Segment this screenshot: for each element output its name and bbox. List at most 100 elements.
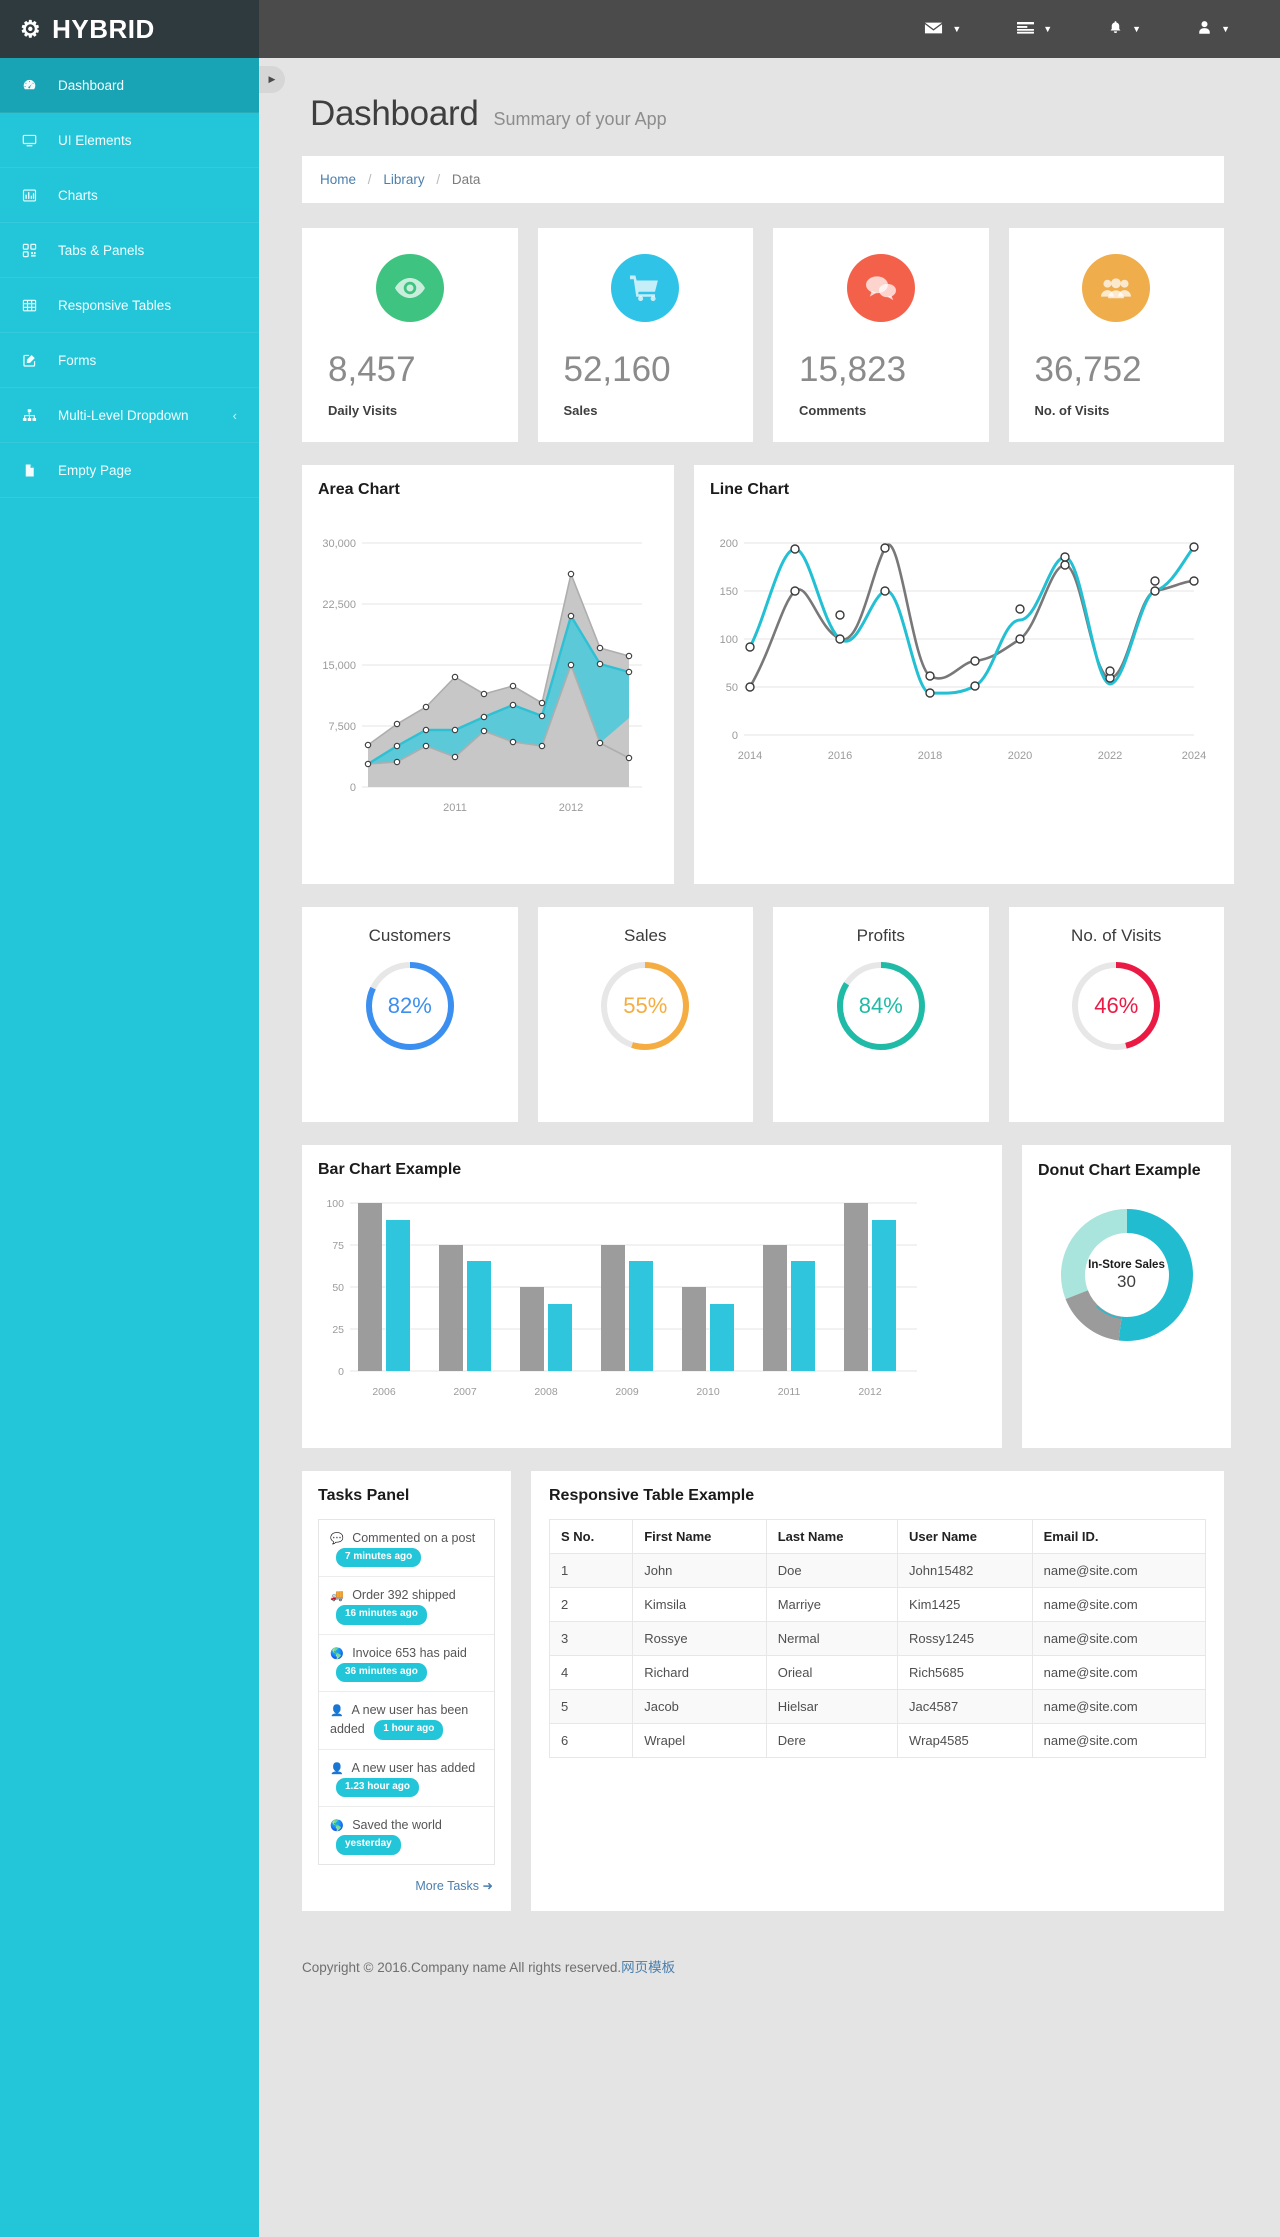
- brand-name: HYBRID: [52, 13, 155, 44]
- task-text: Invoice 653 has paid: [352, 1645, 467, 1660]
- breadcrumb-home[interactable]: Home: [320, 172, 356, 187]
- svg-text:2008: 2008: [534, 1386, 558, 1398]
- area-chart-plot: 30,000 22,500 15,000 7,500 0 2011 2012: [322, 538, 642, 814]
- task-item[interactable]: 👤 A new user has been added 1 hour ago: [319, 1692, 494, 1750]
- task-item[interactable]: 🌎 Saved the world yesterday: [319, 1807, 494, 1863]
- gauge-value: 84%: [858, 993, 903, 1018]
- task-item[interactable]: 🚚 Order 392 shipped 16 minutes ago: [319, 1577, 494, 1635]
- page-title: Dashboard: [310, 94, 479, 133]
- sidebar-collapse-toggle[interactable]: ▶: [259, 66, 285, 93]
- tasks-table-row: Tasks Panel 💬 Commented on a post 7 minu…: [302, 1471, 1224, 1911]
- stat-card-no-of-visits[interactable]: 36,752 No. of Visits: [1008, 228, 1224, 442]
- topbar-tasks[interactable]: ▼: [989, 0, 1080, 58]
- cell-sno: 3: [548, 1621, 634, 1656]
- area-chart-card: Area Chart 30,000 22,500 15,000 7,500 0 …: [302, 465, 674, 884]
- sidebar-item-ui-elements[interactable]: UI Elements: [0, 113, 259, 168]
- cell-last: Doe: [765, 1553, 899, 1588]
- sidebar-item-empty-page[interactable]: Empty Page: [0, 443, 259, 498]
- svg-text:25: 25: [332, 1324, 344, 1336]
- topbar-account[interactable]: ▼: [1169, 0, 1258, 58]
- sidebar-item-multi-level-dropdown[interactable]: Multi-Level Dropdown ‹: [0, 388, 259, 443]
- cell-email: name@site.com: [1031, 1689, 1207, 1724]
- more-tasks-label: More Tasks: [415, 1878, 480, 1893]
- sidebar-item-tabs-panels[interactable]: Tabs & Panels: [0, 223, 259, 278]
- stat-value: 8,457: [328, 350, 416, 389]
- sidebar-item-dashboard[interactable]: Dashboard: [0, 58, 259, 113]
- brand-logo[interactable]: ⚙ HYBRID: [0, 0, 259, 58]
- chevron-down-icon: ▼: [1043, 24, 1053, 34]
- stat-card-comments[interactable]: 15,823 Comments: [773, 228, 989, 442]
- gauge-card-no-of-visits[interactable]: No. of Visits 46%: [1008, 907, 1224, 1122]
- envelope-icon: [924, 21, 943, 38]
- topbar-notifications[interactable]: ▼: [1080, 0, 1169, 58]
- task-item[interactable]: 👤 A new user has added 1.23 hour ago: [319, 1750, 494, 1808]
- sidebar-item-forms[interactable]: Forms: [0, 333, 259, 388]
- cell-first: Wrapel: [632, 1723, 767, 1758]
- sidebar-item-charts[interactable]: Charts: [0, 168, 259, 223]
- cell-first: Rossye: [632, 1621, 767, 1656]
- gauge-card-profits[interactable]: Profits 84%: [773, 907, 989, 1122]
- sidebar-item-label: Charts: [58, 187, 98, 203]
- table-row[interactable]: 2 Kimsila Marriye Kim1425 name@site.com: [548, 1587, 1207, 1622]
- task-item[interactable]: 🌎 Invoice 653 has paid 36 minutes ago: [319, 1635, 494, 1693]
- gauge-value: 55%: [623, 993, 668, 1018]
- comments-icon: [846, 254, 915, 322]
- svg-text:2010: 2010: [696, 1386, 720, 1398]
- task-text: A new user has added: [351, 1760, 476, 1775]
- stat-card-daily-visits[interactable]: 8,457 Daily Visits: [302, 228, 518, 442]
- sidebar: ⚙ HYBRID Dashboard UI Elements Charts Ta…: [0, 0, 259, 2237]
- gauge-title: Sales: [623, 926, 667, 945]
- column-header-email: Email ID.: [1031, 1519, 1207, 1554]
- eye-icon: [375, 254, 444, 322]
- svg-text:200: 200: [720, 538, 738, 550]
- table-header-row: S No. First Name Last Name User Name Ema…: [548, 1519, 1207, 1554]
- topbar-messages[interactable]: ▼: [896, 0, 989, 58]
- sidebar-item-responsive-tables[interactable]: Responsive Tables: [0, 278, 259, 333]
- user-icon: 👤: [330, 1762, 344, 1775]
- sidebar-item-label: Dashboard: [58, 77, 125, 93]
- gauge-title: Customers: [368, 926, 451, 945]
- stat-label: Daily Visits: [328, 403, 398, 418]
- more-tasks-link[interactable]: More Tasks ➜: [415, 1879, 493, 1893]
- donut-center-label: In-Store Sales 30: [1055, 1203, 1199, 1347]
- cell-last: Marriye: [765, 1587, 899, 1622]
- gauge-card-customers[interactable]: Customers 82%: [302, 907, 518, 1122]
- svg-text:2014: 2014: [738, 750, 762, 762]
- breadcrumb: Home / Library / Data: [302, 156, 1224, 203]
- stat-card-sales[interactable]: 52,160 Sales: [537, 228, 753, 442]
- table-row[interactable]: 4 Richard Orieal Rich5685 name@site.com: [548, 1655, 1207, 1690]
- breadcrumb-library[interactable]: Library: [383, 172, 424, 187]
- task-item[interactable]: 💬 Commented on a post 7 minutes ago: [319, 1520, 494, 1578]
- task-time-badge: 1 hour ago: [374, 1720, 444, 1740]
- cell-last: Orieal: [765, 1655, 899, 1690]
- tasks-list: 💬 Commented on a post 7 minutes ago 🚚 Or…: [318, 1519, 495, 1865]
- file-icon: [22, 463, 42, 478]
- table-row[interactable]: 3 Rossye Nermal Rossy1245 name@site.com: [548, 1621, 1207, 1656]
- sidebar-item-label: Multi-Level Dropdown: [58, 407, 189, 423]
- svg-text:50: 50: [726, 682, 738, 694]
- line-chart-title: Line Chart: [710, 481, 790, 498]
- table-row[interactable]: 5 Jacob Hielsar Jac4587 name@site.com: [548, 1689, 1207, 1724]
- sidebar-item-label: UI Elements: [58, 132, 132, 148]
- cell-sno: 4: [548, 1655, 634, 1690]
- line-chart-plot: 200 100 50 150 0 2014 2016 2018 2020 202…: [720, 538, 1207, 762]
- column-header-user: User Name: [897, 1519, 1033, 1554]
- main-area: ▼ ▼ ▼ ▼ ▶ Dashboard Summary of your App …: [259, 0, 1280, 2237]
- chevron-down-icon: ▼: [1221, 24, 1230, 34]
- bar-chart-icon: [22, 188, 42, 203]
- sidebar-item-label: Tabs & Panels: [58, 242, 145, 258]
- gauge-card-sales[interactable]: Sales 55%: [537, 907, 753, 1122]
- chevron-down-icon: ▼: [1132, 24, 1142, 34]
- stat-label: No. of Visits: [1034, 403, 1110, 418]
- chevron-down-icon: ▼: [952, 24, 962, 34]
- table-row[interactable]: 6 Wrapel Dere Wrap4585 name@site.com: [548, 1723, 1207, 1758]
- svg-text:22,500: 22,500: [322, 599, 356, 611]
- table-row[interactable]: 1 John Doe John15482 name@site.com: [548, 1553, 1207, 1588]
- footer-link[interactable]: 网页模板: [621, 1960, 675, 1975]
- stat-value: 36,752: [1034, 350, 1142, 389]
- cell-user: Rich5685: [897, 1655, 1033, 1690]
- responsive-table-card: Responsive Table Example S No. First Nam…: [531, 1471, 1224, 1911]
- sidebar-item-label: Empty Page: [58, 462, 132, 478]
- cell-sno: 1: [548, 1553, 634, 1588]
- tasks-panel: Tasks Panel 💬 Commented on a post 7 minu…: [302, 1471, 511, 1911]
